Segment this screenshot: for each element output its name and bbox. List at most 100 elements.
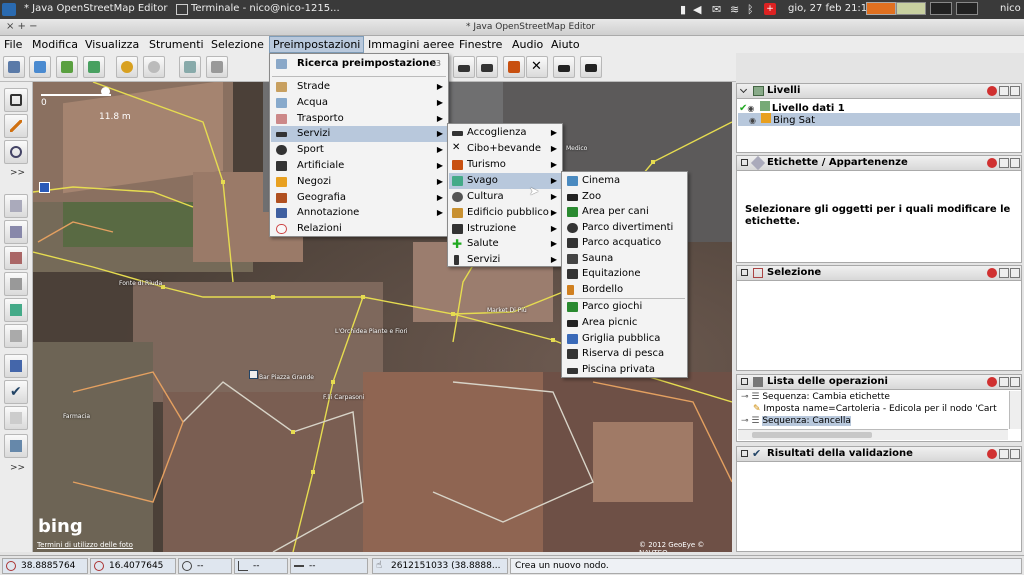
menu-preimpostazioni[interactable]: Preimpostazioni — [269, 36, 365, 53]
more-tools-top[interactable]: >> — [10, 168, 25, 178]
menu-item-strade[interactable]: Strade ▶ — [271, 79, 447, 95]
window-controls[interactable]: × + − — [6, 21, 38, 32]
menu-item-sport[interactable]: Sport ▶ — [271, 142, 447, 158]
panel-header[interactable]: Livelli — [737, 84, 1021, 99]
close-panel-icon[interactable] — [987, 449, 997, 459]
upload-icon[interactable] — [83, 56, 105, 78]
menu-strumenti[interactable]: Strumenti — [146, 37, 207, 52]
minimize-panel-icon[interactable] — [1010, 158, 1020, 168]
collapse-icon[interactable] — [741, 269, 748, 276]
detach-panel-icon[interactable] — [999, 86, 1009, 96]
draw-tool-icon[interactable] — [4, 114, 28, 138]
taskbar-window-terminal[interactable]: Terminale - nico@nico-1215... — [191, 3, 340, 14]
menu-item-cibo-bevande[interactable]: ✕ Cibo+bevande ▶ — [449, 141, 561, 157]
firefox-icon[interactable] — [866, 2, 896, 15]
collapse-icon[interactable] — [741, 378, 748, 385]
menu-item-salute[interactable]: ✚ Salute ▶ — [449, 236, 561, 252]
close-panel-icon[interactable] — [987, 268, 997, 278]
minimize-panel-icon[interactable] — [1010, 268, 1020, 278]
preset-bus-icon[interactable] — [476, 56, 498, 78]
command-entry[interactable]: ✎ Imposta name=Cartoleria - Edicola per … — [753, 404, 1007, 414]
menu-item-riserva-di-pesca[interactable]: Riserva di pesca — [563, 346, 686, 362]
menu-item-parco-giochi[interactable]: Parco giochi — [563, 299, 686, 315]
close-panel-icon[interactable] — [987, 158, 997, 168]
menu-item-cultura[interactable]: Cultura ▶ — [449, 189, 561, 205]
layer-row-selected[interactable]: ◉ Bing Sat — [738, 113, 1020, 126]
app-launcher-icon[interactable] — [2, 3, 16, 16]
imagery-terms-link[interactable]: Termini di utilizzo delle foto — [37, 541, 133, 549]
horizontal-scrollbar[interactable] — [738, 429, 1008, 440]
map-paint-icon[interactable] — [4, 434, 28, 458]
more-tools-bottom[interactable]: >> — [10, 463, 25, 473]
commands-toggle-icon[interactable] — [4, 298, 28, 322]
scrollbar-thumb[interactable] — [752, 432, 872, 438]
detach-panel-icon[interactable] — [999, 377, 1009, 387]
volume-icon[interactable]: ◀ — [693, 3, 701, 16]
collapse-icon[interactable] — [741, 450, 748, 457]
menu-item-geografia[interactable]: Geografia ▶ — [271, 190, 447, 206]
battery-icon[interactable]: ▮ — [680, 3, 686, 16]
taskbar-window-josm[interactable]: * Java OpenStreetMap Editor — [24, 3, 167, 14]
menu-item-griglia-pubblica[interactable]: Griglia pubblica — [563, 331, 686, 347]
menu-item-turismo[interactable]: Turismo ▶ — [449, 157, 561, 173]
menu-item-acqua[interactable]: Acqua ▶ — [271, 95, 447, 111]
vertical-scrollbar[interactable] — [1009, 391, 1021, 429]
clock[interactable]: gio, 27 feb 21:15 — [788, 3, 874, 14]
detach-panel-icon[interactable] — [999, 268, 1009, 278]
tags-toggle-icon[interactable] — [4, 220, 28, 244]
preset-danger-icon[interactable] — [503, 56, 525, 78]
collapse-icon[interactable] — [741, 159, 748, 166]
mail-icon[interactable]: ✉ — [712, 3, 721, 16]
undo-icon[interactable] — [116, 56, 138, 78]
preferences-icon[interactable] — [179, 56, 201, 78]
menu-item-negozi[interactable]: Negozi ▶ — [271, 174, 447, 190]
menu-item-search-preset[interactable]: Ricerca preimpostazione F3 — [271, 56, 447, 72]
menu-item-zoo[interactable]: Zoo — [563, 189, 686, 205]
menu-file[interactable]: File — [1, 37, 25, 52]
command-entry[interactable]: ⊸ ☰ Sequenza: Cancella — [741, 416, 851, 426]
update-icon[interactable]: + — [764, 3, 776, 15]
menu-immagini-aeree[interactable]: Immagini aeree — [365, 37, 457, 52]
close-panel-icon[interactable] — [987, 377, 997, 387]
redo-icon[interactable] — [143, 56, 165, 78]
zoom-tool-icon[interactable] — [4, 140, 28, 164]
panel-header[interactable]: ✔ Risultati della validazione — [737, 447, 1021, 462]
preset-car-icon[interactable] — [453, 56, 475, 78]
minimize-panel-icon[interactable] — [1010, 449, 1020, 459]
detach-panel-icon[interactable] — [999, 158, 1009, 168]
menu-item-accoglienza[interactable]: Accoglienza ▶ — [449, 125, 561, 141]
menu-item-bordello[interactable]: Bordello — [563, 282, 686, 298]
layers-toggle-icon[interactable] — [4, 194, 28, 218]
josm-tray-icon[interactable] — [896, 2, 926, 15]
menu-item-sauna[interactable]: Sauna — [563, 251, 686, 267]
menu-finestre[interactable]: Finestre — [456, 37, 505, 52]
menu-item-istruzione[interactable]: Istruzione ▶ — [449, 221, 561, 237]
wms-icon[interactable] — [206, 56, 228, 78]
menu-item-area-picnic[interactable]: Area picnic — [563, 315, 686, 331]
menu-item-servizi[interactable]: Servizi ▶ — [271, 126, 447, 142]
collapse-icon[interactable] — [739, 85, 748, 94]
minimize-panel-icon[interactable] — [1010, 86, 1020, 96]
menu-item-parco-divertimenti[interactable]: Parco divertimenti — [563, 220, 686, 236]
command-entry[interactable]: ⊸ ☰ Sequenza: Cambia etichette — [741, 392, 890, 402]
relation-toggle-icon[interactable] — [4, 272, 28, 296]
close-panel-icon[interactable] — [987, 86, 997, 96]
menu-item-edificio-pubblico[interactable]: Edificio pubblico ▶ — [449, 205, 561, 221]
filter-funnel-icon[interactable] — [4, 406, 28, 430]
menu-item-area-per-cani[interactable]: Area per cani — [563, 204, 686, 220]
menu-audio[interactable]: Audio — [509, 37, 546, 52]
panel-header[interactable]: Etichette / Appartenenze — [737, 155, 1021, 171]
user-name[interactable]: nico — [1000, 3, 1021, 14]
selection-toggle-icon[interactable] — [4, 246, 28, 270]
menu-item-svago[interactable]: Svago ▶ — [449, 173, 561, 189]
save-icon[interactable] — [56, 56, 78, 78]
panel-header[interactable]: Lista delle operazioni — [737, 375, 1021, 390]
wifi-icon[interactable]: ≋ — [730, 3, 739, 16]
menu-modifica[interactable]: Modifica — [29, 37, 81, 52]
filter-toggle-icon[interactable] — [4, 324, 28, 348]
menu-item-equitazione[interactable]: Equitazione — [563, 266, 686, 282]
menu-item-parco-acquatico[interactable]: Parco acquatico — [563, 235, 686, 251]
preset-industry-icon[interactable] — [580, 56, 602, 78]
detach-panel-icon[interactable] — [999, 449, 1009, 459]
validation-toggle-icon[interactable]: ✔ — [4, 380, 28, 404]
